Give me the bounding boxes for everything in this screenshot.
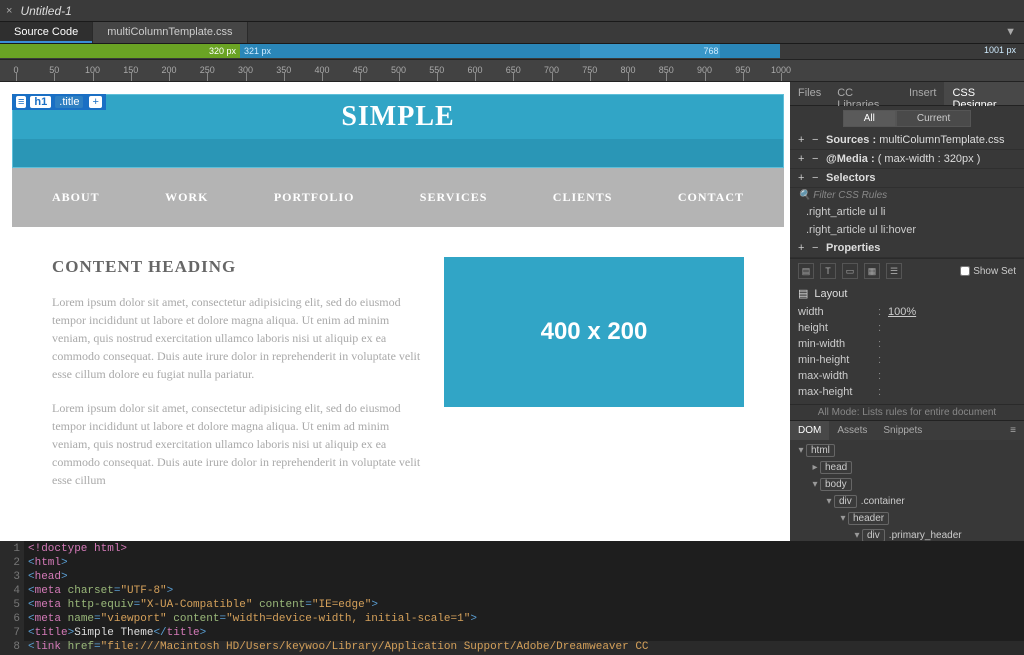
sel-tag: h1 xyxy=(30,96,51,108)
remove-source-icon[interactable]: − xyxy=(812,134,826,146)
dom-tag: div xyxy=(834,495,857,508)
dom-tag: div xyxy=(862,529,885,541)
remove-property-icon[interactable]: − xyxy=(812,242,826,254)
selection-breadcrumb[interactable]: ≡ h1 .title + xyxy=(12,94,106,110)
nav-link[interactable]: SERVICES xyxy=(420,190,488,205)
document-tab[interactable]: Untitled-1 xyxy=(20,4,71,18)
border-icon[interactable]: ▭ xyxy=(842,263,858,279)
add-media-icon[interactable]: + xyxy=(798,153,812,165)
breakpoint-1001: 1001 px xyxy=(984,45,1016,55)
more-icon[interactable]: ☰ xyxy=(886,263,902,279)
nav-link[interactable]: WORK xyxy=(165,190,208,205)
site-title: SIMPLE xyxy=(13,95,783,139)
selector-item[interactable]: .right_article ul li xyxy=(790,203,1024,221)
nav-link[interactable]: PORTFOLIO xyxy=(274,190,355,205)
tree-toggle-icon[interactable]: ▾ xyxy=(796,445,806,456)
switch-current[interactable]: Current xyxy=(896,110,971,127)
filter-placeholder[interactable]: Filter CSS Rules xyxy=(813,190,887,201)
properties-label: Properties xyxy=(826,242,1016,254)
prop-key: max-height xyxy=(798,386,878,398)
selectors-label: Selectors xyxy=(826,172,1016,184)
layout-icon[interactable]: ▤ xyxy=(798,263,814,279)
show-set-toggle[interactable]: Show Set xyxy=(960,266,1016,277)
layout-section-icon: ▤ xyxy=(798,287,808,300)
dom-tag: html xyxy=(806,444,835,457)
breakpoint-320[interactable]: 320 px xyxy=(0,44,240,58)
dom-class: .primary_header xyxy=(889,530,962,541)
site-nav: ABOUT WORK PORTFOLIO SERVICES CLIENTS CONTACT xyxy=(12,168,784,227)
add-property-icon[interactable]: + xyxy=(798,242,812,254)
remove-media-icon[interactable]: − xyxy=(812,153,826,165)
add-source-icon[interactable]: + xyxy=(798,134,812,146)
selector-item[interactable]: .right_article ul li:hover xyxy=(790,221,1024,239)
prop-val[interactable]: 100% xyxy=(888,306,916,318)
prop-key: width xyxy=(798,306,878,318)
nav-link[interactable]: CLIENTS xyxy=(553,190,613,205)
dom-node[interactable]: ▾div .container xyxy=(790,493,1024,510)
dom-node[interactable]: ▾body xyxy=(790,476,1024,493)
dom-class: .container xyxy=(861,496,905,507)
breakpoint-321[interactable]: 321 px xyxy=(240,44,580,58)
site-header: SIMPLE xyxy=(12,94,784,168)
tree-toggle-icon[interactable]: ▾ xyxy=(852,530,862,541)
switch-all[interactable]: All xyxy=(843,110,896,127)
dom-tab[interactable]: DOM xyxy=(790,421,829,440)
subtab-source-code[interactable]: Source Code xyxy=(0,22,93,43)
side-tab[interactable]: CC Libraries xyxy=(829,82,901,105)
close-tab-icon[interactable]: × xyxy=(6,5,12,17)
tree-toggle-icon[interactable]: ▾ xyxy=(810,479,820,490)
dom-node[interactable]: ▾header xyxy=(790,510,1024,527)
preview-viewport[interactable]: ≡ h1 .title + SIMPLE ABOUT WORK PORTFOLIO S… xyxy=(0,82,790,541)
media-query-bar[interactable]: 320 px 321 px 768 px 769 px 1001 px xyxy=(0,44,1024,60)
nav-link[interactable]: CONTACT xyxy=(678,190,744,205)
tree-toggle-icon[interactable]: ▾ xyxy=(824,496,834,507)
subtab-css-file[interactable]: multiColumnTemplate.css xyxy=(93,22,247,43)
dom-tag: header xyxy=(848,512,889,525)
side-tab[interactable]: Files xyxy=(790,82,829,105)
media-label: @Media : ( max-width : 320px ) xyxy=(826,153,1016,165)
add-selector-icon[interactable]: + xyxy=(798,172,812,184)
placeholder-image: 400 x 200 xyxy=(444,257,744,407)
side-tab[interactable]: CSS Designer xyxy=(944,82,1024,105)
add-selector-icon[interactable]: + xyxy=(89,96,101,108)
content-heading: CONTENT HEADING xyxy=(52,257,424,277)
dom-node[interactable]: ▸head xyxy=(790,459,1024,476)
mode-note: All Mode: Lists rules for entire documen… xyxy=(790,404,1024,420)
layout-section-header: ▤ Layout xyxy=(798,287,1016,300)
dom-tree[interactable]: ▾html▸head▾body▾div.container▾header▾div… xyxy=(790,440,1024,541)
background-icon[interactable]: ▦ xyxy=(864,263,880,279)
search-icon: 🔍 xyxy=(798,190,810,201)
filter-icon[interactable]: ▼ xyxy=(997,22,1024,43)
side-tab[interactable]: Insert xyxy=(901,82,945,105)
dom-tab[interactable]: Snippets xyxy=(875,421,930,440)
tree-toggle-icon[interactable]: ▾ xyxy=(838,513,848,524)
text-icon[interactable]: T xyxy=(820,263,836,279)
dom-tag: body xyxy=(820,478,852,491)
dom-node[interactable]: ▾div .primary_header xyxy=(790,527,1024,541)
content-p1: Lorem ipsum dolor sit amet, consectetur … xyxy=(52,293,424,383)
prop-key: max-width xyxy=(798,370,878,382)
prop-key: min-height xyxy=(798,354,878,366)
dom-tag: head xyxy=(820,461,852,474)
dom-menu-icon[interactable]: ≡ xyxy=(1002,421,1024,440)
prop-key: min-width xyxy=(798,338,878,350)
remove-selector-icon[interactable]: − xyxy=(812,172,826,184)
prop-key: height xyxy=(798,322,878,334)
code-editor[interactable]: <!doctype html><html><head><meta charset… xyxy=(24,541,1024,641)
ruler: 0501001502002503003504004505005506006507… xyxy=(0,60,1024,82)
dom-node[interactable]: ▾html xyxy=(790,442,1024,459)
sources-label: Sources : multiColumnTemplate.css xyxy=(826,134,1016,146)
nav-link[interactable]: ABOUT xyxy=(52,190,100,205)
dom-tab[interactable]: Assets xyxy=(829,421,875,440)
sel-class: .title xyxy=(55,96,83,108)
content-p2: Lorem ipsum dolor sit amet, consectetur … xyxy=(52,399,424,489)
tree-toggle-icon[interactable]: ▸ xyxy=(810,462,820,473)
hamburger-icon[interactable]: ≡ xyxy=(16,96,26,108)
